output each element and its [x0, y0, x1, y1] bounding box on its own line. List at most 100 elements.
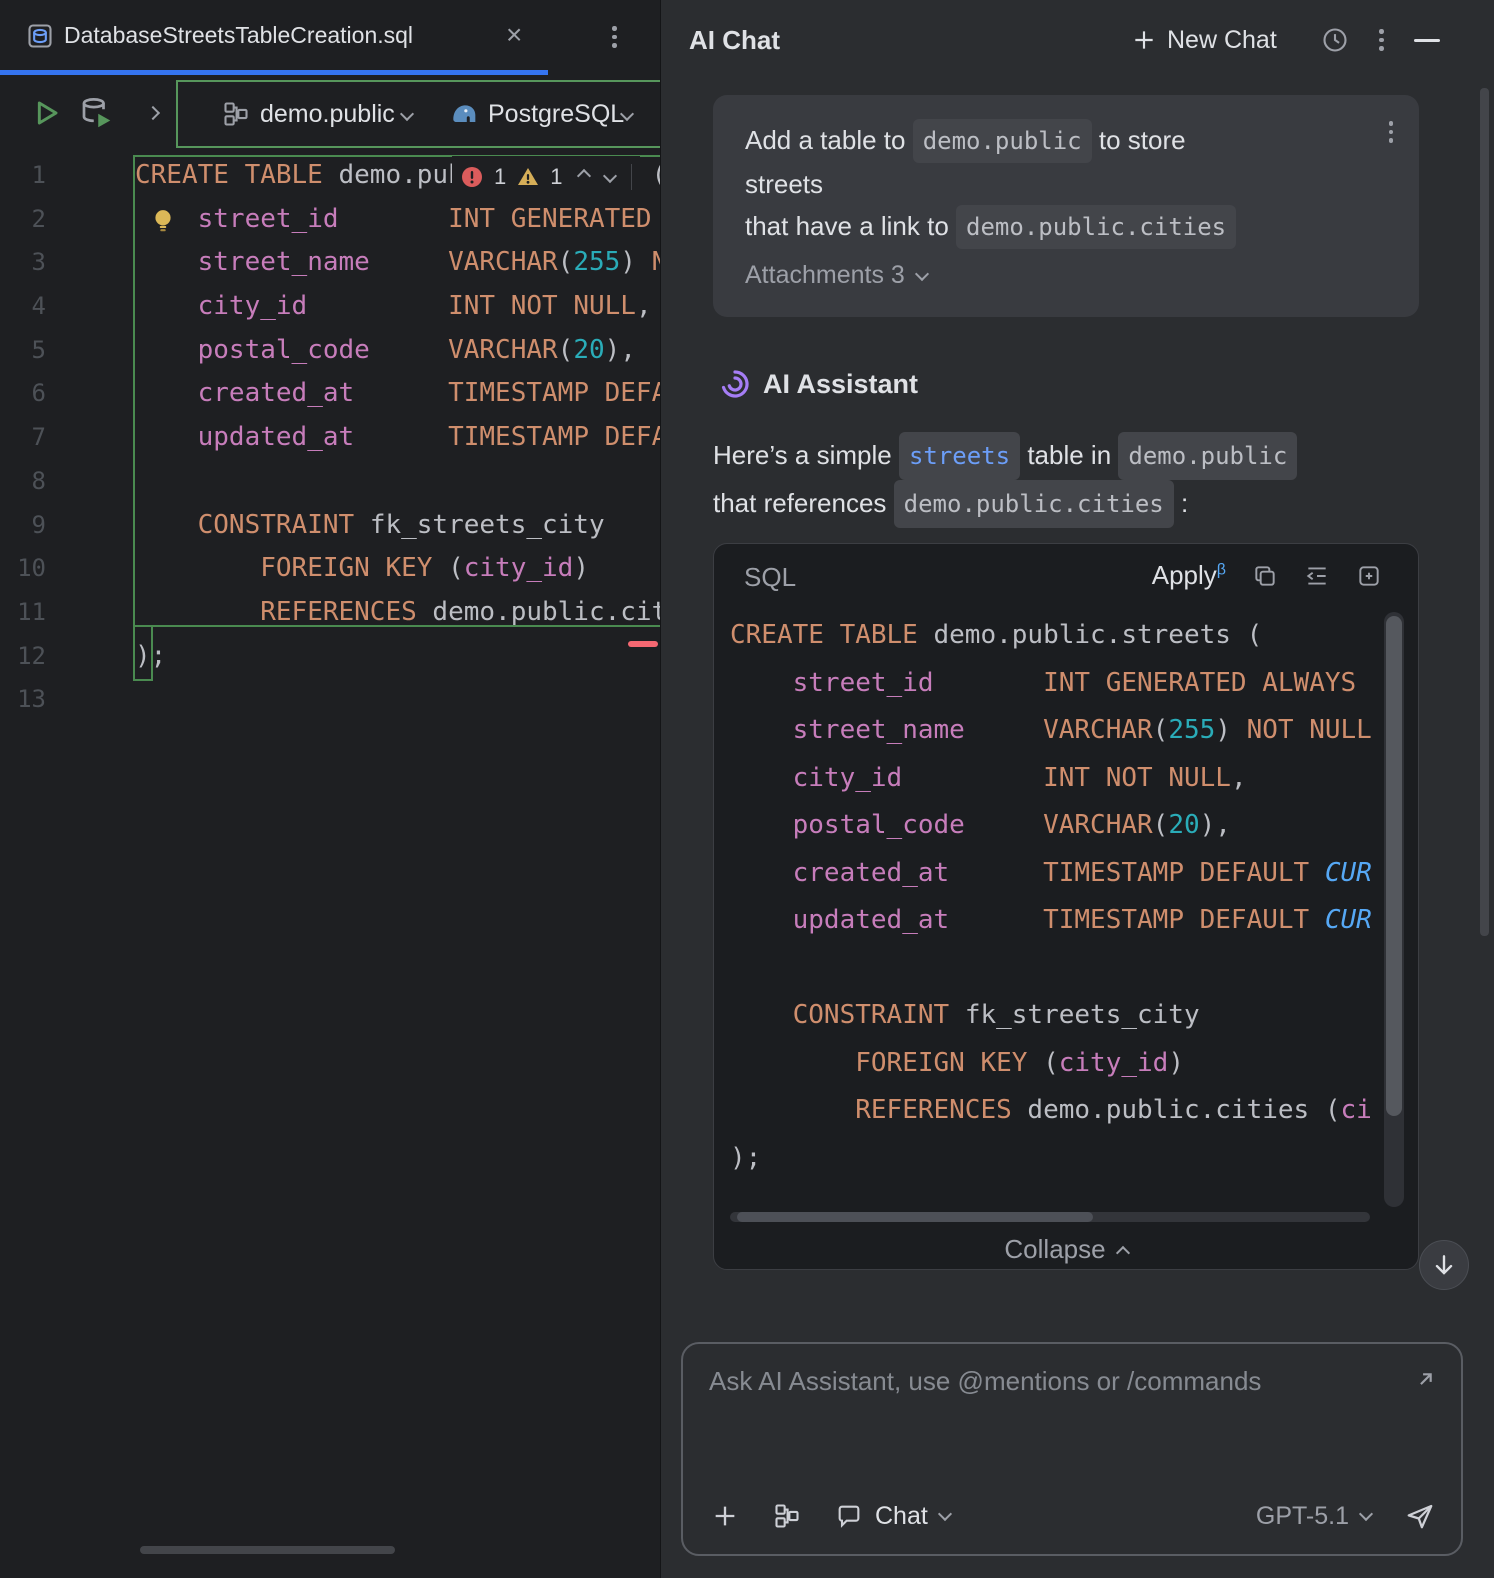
- line-number: 5: [31, 335, 46, 364]
- send-icon[interactable]: [1405, 1501, 1435, 1531]
- message-more-icon[interactable]: [1388, 121, 1393, 143]
- lightbulb-intention-icon[interactable]: [152, 208, 174, 234]
- line-number: 13: [17, 685, 46, 714]
- code-line: postal_code VARCHAR(20),: [197, 334, 636, 365]
- assistant-header: AI Assistant: [719, 368, 918, 400]
- cities-chip: demo.public.cities: [956, 205, 1237, 249]
- editor-code-area[interactable]: CREATE TABLE demo.public.streets ( stree…: [135, 154, 660, 722]
- chevron-down-icon[interactable]: [619, 106, 635, 124]
- inspection-widget: 1 1: [452, 156, 640, 198]
- line-number: 10: [17, 554, 46, 583]
- tab-more-icon[interactable]: [612, 26, 617, 48]
- editor-tab-bar: DatabaseStreetsTableCreation.sql ×: [0, 0, 660, 70]
- snippet-horizontal-scrollbar[interactable]: [730, 1212, 1370, 1222]
- execute-on-database-icon[interactable]: [78, 95, 114, 131]
- scroll-to-bottom-button[interactable]: [1419, 1240, 1469, 1290]
- ai-assistant-logo-icon: [719, 368, 751, 400]
- next-issue-icon[interactable]: [602, 168, 617, 186]
- previous-issue-icon[interactable]: [576, 168, 591, 186]
- code-line: street_name VARCHAR(255) NOT NULL,: [197, 247, 660, 278]
- error-underline: [628, 641, 658, 647]
- line-number: 4: [31, 292, 46, 321]
- code-line: street_name VARCHAR(255) NOT NULL,: [792, 715, 1372, 745]
- line-number: 2: [31, 204, 46, 233]
- line-number: 11: [17, 597, 46, 626]
- ai-chat-panel: AI Chat New Chat Add a table to demo.pub…: [660, 0, 1494, 1578]
- line-number: 1: [31, 161, 46, 189]
- chat-bubble-icon: [838, 1505, 860, 1528]
- insert-at-caret-icon[interactable]: [1304, 563, 1330, 589]
- dialect-selector[interactable]: PostgreSQL: [488, 82, 624, 146]
- minimize-icon[interactable]: [1413, 38, 1440, 42]
- history-clock-icon[interactable]: [1321, 26, 1349, 54]
- code-line: CONSTRAINT fk_streets_city: [197, 509, 605, 540]
- copy-icon[interactable]: [1252, 563, 1278, 589]
- code-line: FOREIGN KEY (city_id): [260, 553, 589, 584]
- snippet-code-area: CREATE TABLE demo.public.streets ( stree…: [730, 612, 1372, 1188]
- code-line: city_id INT NOT NULL,: [197, 291, 652, 322]
- run-icon[interactable]: [30, 97, 62, 129]
- session-selector-group: demo.public PostgreSQL: [176, 80, 680, 148]
- plus-icon: [1135, 31, 1153, 49]
- code-snippet-card: SQL Applyβ CREATE TABLE demo.public.stre…: [713, 543, 1419, 1270]
- collapse-button[interactable]: Collapse: [714, 1228, 1418, 1269]
- code-line: FOREIGN KEY (city_id): [855, 1047, 1184, 1078]
- code-line: REFERENCES demo.public.cities (city_id): [260, 596, 660, 627]
- chevron-down-icon[interactable]: [399, 106, 415, 124]
- cities-chip: demo.public.cities: [893, 480, 1174, 528]
- schema-selector[interactable]: demo.public: [260, 82, 395, 146]
- code-line: );: [135, 640, 167, 671]
- code-line: REFERENCES demo.public.cities (city_id): [855, 1095, 1372, 1125]
- code-line: );: [730, 1142, 762, 1173]
- sql-file-icon: [26, 22, 54, 50]
- new-chat-button[interactable]: New Chat: [1131, 0, 1277, 80]
- code-line: street_id INT GENERATED ALWAYS AS IDENTI…: [792, 667, 1372, 698]
- add-context-icon[interactable]: [711, 1502, 739, 1530]
- code-editor[interactable]: 12345678910111213 CREATE TABLE demo.publ…: [0, 152, 660, 1578]
- line-number: 8: [31, 466, 46, 495]
- chat-input[interactable]: [709, 1366, 1369, 1476]
- assistant-name: AI Assistant: [763, 368, 919, 399]
- line-number: 6: [31, 379, 46, 408]
- warning-count: 1: [550, 164, 563, 189]
- attachments-toggle[interactable]: Attachments 3: [745, 261, 929, 290]
- code-line: postal_code VARCHAR(20),: [792, 810, 1231, 840]
- user-message-card: Add a table to demo.public to store stre…: [713, 95, 1419, 317]
- tab-close-icon[interactable]: ×: [506, 0, 522, 70]
- code-line: city_id INT NOT NULL,: [792, 762, 1247, 793]
- postgresql-icon: [448, 98, 480, 130]
- code-line: updated_at TIMESTAMP DEFAULT CURRENT_TIM…: [197, 422, 660, 453]
- editor-gutter: 1 2 3 4 5 6 7 8 9 10 11 12 13: [0, 154, 46, 722]
- model-selector[interactable]: GPT-5.1: [1256, 1502, 1374, 1531]
- apply-button[interactable]: Applyβ: [1152, 560, 1226, 591]
- line-number: 7: [31, 423, 46, 452]
- snippet-vertical-scrollbar[interactable]: [1384, 612, 1404, 1207]
- assistant-answer-text: Here’s a simple streets table in demo.pu…: [713, 432, 1403, 528]
- chat-input-card: Chat GPT-5.1: [681, 1342, 1463, 1556]
- code-line: street_id INT GENERATED ALWAYS AS IDENTI…: [197, 203, 652, 234]
- warning-icon[interactable]: [516, 165, 540, 189]
- schema-chip: demo.public: [1118, 432, 1298, 480]
- editor-horizontal-scrollbar[interactable]: [140, 1546, 395, 1554]
- chat-vertical-scrollbar[interactable]: [1480, 88, 1489, 936]
- code-line: CREATE TABLE demo.public.streets (: [730, 620, 1263, 650]
- error-count: 1: [494, 164, 507, 189]
- error-icon[interactable]: [460, 165, 484, 189]
- panel-title: AI Chat: [689, 25, 780, 55]
- new-file-icon[interactable]: [1356, 563, 1382, 589]
- attach-schema-icon[interactable]: [773, 1502, 801, 1530]
- tab-title[interactable]: DatabaseStreetsTableCreation.sql: [64, 0, 413, 70]
- schema-chip: demo.public: [912, 119, 1092, 163]
- editor-toolbar: demo.public PostgreSQL: [0, 75, 680, 152]
- snippet-language-label: SQL: [744, 562, 797, 592]
- code-line: updated_at TIMESTAMP DEFAULT CURRENT_TIM…: [792, 905, 1372, 935]
- line-number: 9: [31, 510, 46, 539]
- code-line: CONSTRAINT fk_streets_city: [792, 1000, 1200, 1030]
- panel-more-icon[interactable]: [1379, 29, 1384, 51]
- chevron-right-icon[interactable]: [145, 105, 161, 123]
- chat-mode-selector[interactable]: Chat: [835, 1502, 952, 1531]
- expand-input-icon[interactable]: [1409, 1370, 1435, 1396]
